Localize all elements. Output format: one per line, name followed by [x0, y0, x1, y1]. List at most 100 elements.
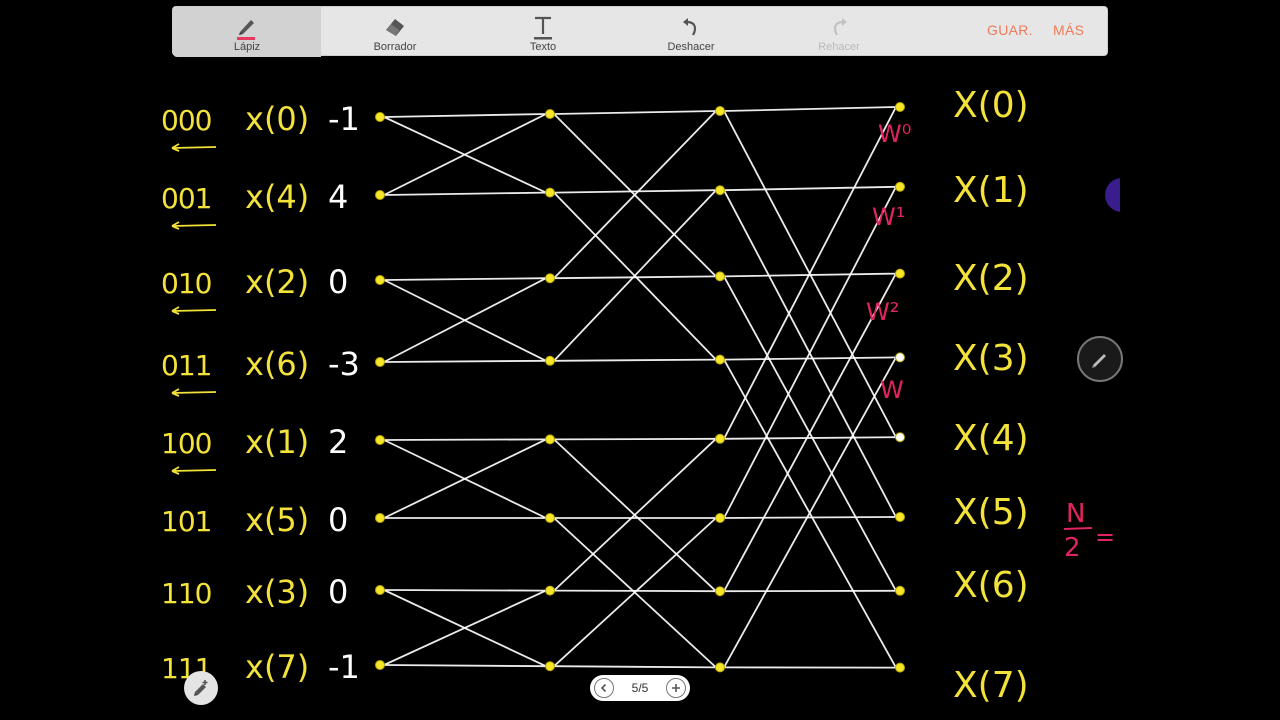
wire-straight	[553, 437, 717, 441]
butterfly-node	[895, 512, 905, 522]
butterfly-wires	[383, 106, 897, 669]
output-label: X(4)	[953, 418, 1029, 459]
butterfly-node	[715, 433, 725, 444]
pencil-icon	[237, 20, 255, 40]
input-value: -3	[328, 345, 360, 383]
butterfly-node	[545, 273, 555, 284]
twiddle-label: W²	[866, 298, 899, 326]
input-label: x(6)	[245, 345, 309, 383]
color-picker-handle[interactable]	[1105, 178, 1120, 212]
bit-label: 100	[161, 427, 211, 460]
bit-label: 010	[161, 267, 211, 300]
input-label: x(0)	[245, 100, 309, 138]
pencil-tool[interactable]: Lápiz	[173, 7, 321, 57]
wire-straight	[553, 358, 717, 362]
page-navigator: 5/5	[590, 675, 690, 701]
redo-tool-label: Rehacer	[818, 41, 860, 53]
wire-straight	[723, 185, 897, 192]
eraser-tool-label: Borrador	[373, 41, 417, 53]
more-button[interactable]: MÁS	[1053, 22, 1084, 38]
butterfly-node	[715, 185, 725, 196]
pen-icon	[1092, 354, 1106, 368]
wire-straight	[383, 113, 547, 118]
redo-tool[interactable]: Rehacer	[765, 7, 913, 57]
input-value: 2	[328, 423, 348, 461]
chevron-left-icon	[600, 683, 607, 693]
output-label: X(6)	[953, 565, 1029, 606]
input-value: 4	[328, 178, 348, 216]
canvas-edge-mask	[1120, 60, 1280, 720]
butterfly-node	[895, 102, 905, 112]
text-tool[interactable]: Texto	[469, 7, 617, 57]
bit-label: 110	[161, 577, 211, 610]
wire-straight	[383, 277, 547, 281]
output-label: X(3)	[953, 338, 1029, 379]
wire-straight	[723, 436, 897, 440]
twiddle-label: W	[880, 376, 904, 404]
input-value: 0	[328, 263, 348, 301]
plus-icon	[672, 684, 680, 692]
output-label: X(5)	[953, 492, 1029, 533]
butterfly-node	[375, 585, 385, 595]
reverse-arrow-line	[171, 309, 217, 312]
save-button[interactable]: GUAR.	[987, 22, 1033, 38]
wire-straight	[383, 359, 547, 363]
input-label: x(4)	[245, 178, 309, 216]
add-note-button[interactable]	[184, 671, 218, 705]
previous-page-button[interactable]	[594, 678, 614, 698]
butterfly-node	[545, 661, 555, 672]
page-indicator: 5/5	[631, 681, 649, 695]
butterfly-node	[375, 660, 385, 670]
wire-straight	[723, 356, 897, 361]
wire-straight	[723, 106, 897, 112]
note-numerator: N	[1066, 499, 1085, 529]
butterfly-node	[545, 355, 555, 366]
undo-tool[interactable]: Deshacer	[617, 7, 765, 57]
bit-label: 000	[161, 104, 211, 137]
butterfly-node	[545, 513, 555, 523]
eraser-tool[interactable]: Borrador	[321, 7, 469, 57]
wire-cross	[383, 113, 547, 196]
butterfly-node	[715, 354, 725, 365]
butterfly-node	[375, 112, 385, 122]
butterfly-node	[375, 513, 385, 523]
butterfly-node	[715, 513, 725, 523]
wire-straight	[553, 110, 717, 115]
note-fraction-bar	[1063, 527, 1093, 530]
handwritten-labels: 000 x(0) -1 001 x(4) 4 010 x(2) 0 011 x(6) -3 100 x(1…	[161, 85, 1115, 706]
input-label: x(1)	[245, 423, 309, 461]
wire-straight	[383, 664, 547, 668]
reverse-arrow-line	[171, 469, 217, 472]
bit-label: 001	[161, 182, 211, 215]
floating-pen-button[interactable]	[1077, 334, 1123, 384]
reverse-arrow-line	[171, 146, 217, 149]
butterfly-node	[715, 106, 725, 116]
redo-icon	[833, 18, 847, 36]
text-icon	[534, 16, 552, 40]
text-tool-label: Texto	[529, 41, 557, 53]
butterfly-node	[545, 434, 555, 445]
butterfly-node	[375, 275, 385, 285]
note-denominator: 2	[1064, 533, 1081, 563]
wire-straight	[383, 589, 547, 592]
input-label: x(5)	[245, 501, 309, 539]
twiddle-label: W¹	[872, 203, 905, 231]
butterfly-node	[545, 585, 555, 596]
butterfly-node	[895, 662, 905, 673]
pencil-tool-label: Lápiz	[233, 41, 261, 53]
undo-icon	[683, 18, 697, 36]
input-value: 0	[328, 501, 348, 539]
output-label: X(1)	[953, 170, 1029, 211]
butterfly-node	[545, 109, 555, 119]
butterfly-node	[375, 357, 385, 367]
bit-label: 011	[161, 349, 211, 382]
butterfly-node	[895, 352, 905, 363]
reverse-arrow-line	[171, 224, 217, 227]
input-label: x(3)	[245, 573, 309, 611]
twiddle-label: W⁰	[878, 120, 911, 148]
bit-label: 101	[161, 505, 211, 538]
top-toolbar: Lápiz Borrador Texto Deshacer Rehacer GU…	[172, 6, 1108, 57]
butterfly-node	[715, 662, 725, 673]
butterfly-node	[715, 271, 725, 282]
add-page-button[interactable]	[666, 678, 686, 698]
